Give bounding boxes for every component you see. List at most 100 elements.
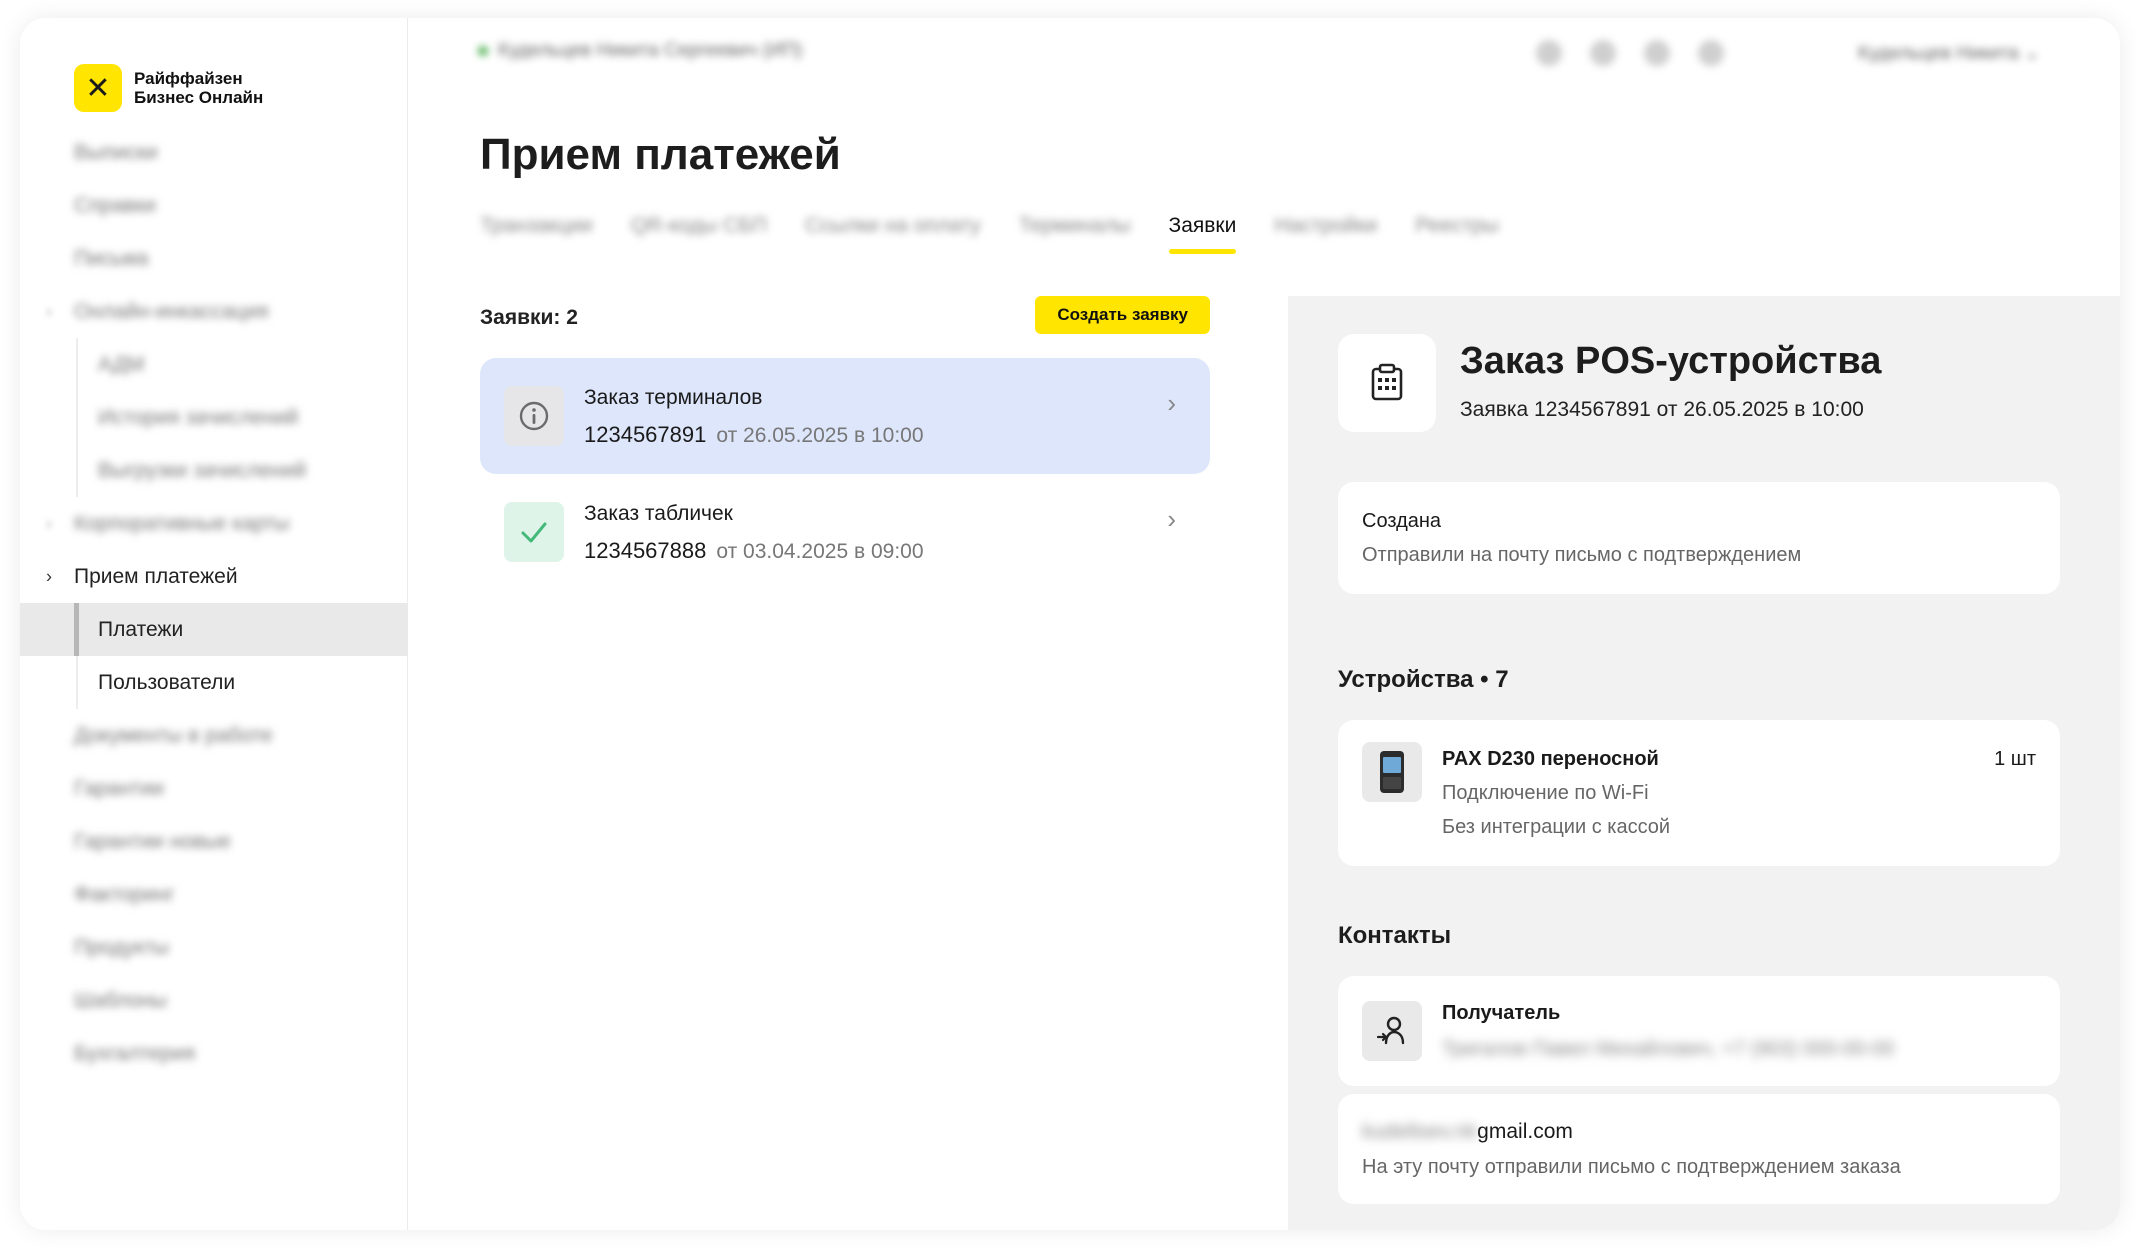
request-meta: 1234567891 от 26.05.2025 в 10:00	[584, 422, 924, 448]
list-item[interactable]: Заказ терминалов 1234567891 от 26.05.2025…	[480, 358, 1210, 474]
sidebar-item-payment-acceptance[interactable]: › Прием платежей	[20, 550, 408, 603]
company-switcher[interactable]: Кудельцев Никита Сергеевич (ИП)	[478, 40, 803, 62]
sidebar-item-online-collection[interactable]: › Онлайн-инкассация	[20, 285, 408, 338]
email-address: kudeltsev.nkgmail.com	[1362, 1120, 1573, 1144]
request-title: Заказ терминалов	[584, 386, 763, 409]
sidebar-item-accounting[interactable]: Бухгалтерия	[20, 1027, 408, 1080]
sidebar-item-corporate-cards[interactable]: › Корпоративные карты	[20, 497, 408, 550]
sidebar-item-adm[interactable]: АДМ	[20, 338, 408, 391]
sidebar-nav: Выписки Справки Письма › Онлайн-инкассац…	[20, 126, 408, 1080]
email-domain: gmail.com	[1477, 1120, 1573, 1143]
sidebar-item-label: Выписки	[74, 140, 158, 164]
device-name: PAX D230 переносной	[1442, 748, 1659, 770]
app-window: ✕ Райффайзен Бизнес Онлайн Выписки Справ…	[20, 18, 2120, 1230]
tab-settings[interactable]: Настройки	[1274, 214, 1377, 254]
detail-title: Заказ POS-устройства	[1460, 340, 1882, 382]
sidebar-item-products[interactable]: Продукты	[20, 921, 408, 974]
tab-sbp-qr[interactable]: QR-коды СБП	[631, 214, 767, 254]
status-description: Отправили на почту письмо с подтверждени…	[1362, 544, 1802, 566]
user-arrow-icon	[1362, 1001, 1422, 1061]
sidebar-item-label: Платежи	[98, 617, 184, 641]
sidebar-item-letters[interactable]: Письма	[20, 232, 408, 285]
sidebar-item-label: Онлайн-инкассация	[74, 299, 269, 323]
bullet-separator: •	[1480, 666, 1496, 693]
recipient-value: Тригалов Павел Михайлович, +7 (903) 000-…	[1442, 1038, 1895, 1060]
chevron-right-icon: ›	[46, 513, 52, 533]
create-request-button[interactable]: Создать заявку	[1035, 296, 1210, 334]
chat-icon[interactable]	[1536, 40, 1562, 66]
brand-logo[interactable]: ✕ Райффайзен Бизнес Онлайн	[74, 64, 263, 112]
check-icon	[504, 502, 564, 562]
user-menu[interactable]: Кудельцев Никита ⌄	[1858, 42, 2040, 65]
detail-subtitle: Заявка 1234567891 от 26.05.2025 в 10:00	[1460, 398, 1864, 421]
request-date: от 03.04.2025 в 09:00	[716, 540, 924, 563]
sidebar-item-label: Справки	[74, 193, 156, 217]
sidebar-subgroup-payment-acceptance: Платежи Пользователи	[20, 603, 408, 709]
sidebar-item-factoring[interactable]: Факторинг	[20, 868, 408, 921]
sidebar-item-label: Пользователи	[98, 670, 236, 694]
tabs: Транзакции QR-коды СБП Ссылки на оплату …	[480, 214, 1499, 254]
email-description: На эту почту отправили письмо с подтверж…	[1362, 1156, 1901, 1178]
request-number: 1234567891	[584, 422, 707, 447]
requests-list: Заказ терминалов 1234567891 от 26.05.2025…	[480, 358, 1210, 590]
tab-terminals[interactable]: Терминалы	[1019, 214, 1131, 254]
sidebar-item-certificates[interactable]: Справки	[20, 179, 408, 232]
recipient-card: Получатель Тригалов Павел Михайлович, +7…	[1338, 976, 2060, 1086]
mail-icon[interactable]	[1698, 40, 1724, 66]
tab-payment-links[interactable]: Ссылки на оплату	[805, 214, 981, 254]
sidebar-item-label: Документы в работе	[74, 723, 273, 747]
chevron-right-icon: ›	[1167, 504, 1176, 534]
page-title: Прием платежей	[480, 130, 841, 179]
request-detail-panel: Заказ POS-устройства Заявка 1234567891 о…	[1288, 296, 2120, 1230]
device-card: PAX D230 переносной 1 шт Подключение по …	[1338, 720, 2060, 866]
devices-count: 7	[1495, 666, 1509, 693]
sidebar-item-guarantees-new[interactable]: Гарантии новые	[20, 815, 408, 868]
sidebar-item-guarantees[interactable]: Гарантии	[20, 762, 408, 815]
request-date: от 26.05.2025 в 10:00	[716, 424, 924, 447]
requests-header: Заявки: 2 Создать заявку	[480, 296, 1210, 336]
request-title: Заказ табличек	[584, 502, 733, 525]
topbar-icons	[1536, 40, 1724, 66]
sidebar-item-label: Письма	[74, 246, 149, 270]
sidebar-item-label: Бухгалтерия	[74, 1041, 196, 1065]
sidebar-item-templates[interactable]: Шаблоны	[20, 974, 408, 1027]
list-item[interactable]: Заказ табличек 1234567888 от 03.04.2025 в…	[480, 474, 1210, 590]
status-title: Создана	[1362, 510, 1442, 532]
chevron-right-icon: ›	[46, 566, 52, 586]
device-connection: Подключение по Wi-Fi	[1442, 782, 1649, 804]
device-quantity: 1 шт	[1994, 748, 2036, 770]
chevron-right-icon: ›	[46, 301, 52, 321]
sidebar-item-label: Выгрузки зачислений	[98, 458, 307, 482]
sidebar-item-label: Шаблоны	[74, 988, 167, 1012]
main-content: Кудельцев Никита Сергеевич (ИП) Кудельце…	[408, 18, 2120, 1230]
chevron-right-icon: ›	[1167, 388, 1176, 418]
status-card: Создана Отправили на почту письмо с подт…	[1338, 482, 2060, 594]
tab-transactions[interactable]: Транзакции	[480, 214, 593, 254]
devices-title: Устройства	[1338, 666, 1474, 693]
sidebar-item-deposit-history[interactable]: История зачислений	[20, 391, 408, 444]
request-meta: 1234567888 от 03.04.2025 в 09:00	[584, 538, 924, 564]
bell-icon[interactable]	[1590, 40, 1616, 66]
sidebar-item-label: Продукты	[74, 935, 169, 959]
requests-count: Заявки: 2	[480, 306, 578, 329]
info-icon	[504, 386, 564, 446]
device-integration: Без интеграции с кассой	[1442, 816, 1671, 838]
sidebar-item-statements[interactable]: Выписки	[20, 126, 408, 179]
sidebar-item-documents-in-progress[interactable]: Документы в работе	[20, 709, 408, 762]
sidebar-item-deposit-exports[interactable]: Выгрузки зачислений	[20, 444, 408, 497]
sidebar-item-users[interactable]: Пользователи	[20, 656, 408, 709]
sidebar-item-label: Факторинг	[74, 882, 175, 906]
sidebar: ✕ Райффайзен Бизнес Онлайн Выписки Справ…	[20, 18, 408, 1230]
sidebar-item-label: Гарантии	[74, 776, 164, 800]
recipient-title: Получатель	[1442, 1002, 1561, 1024]
email-user: kudeltsev.nk	[1362, 1120, 1478, 1143]
sidebar-subgroup-collection: АДМ История зачислений Выгрузки зачислен…	[20, 338, 408, 497]
pos-terminal-icon	[1362, 742, 1422, 802]
tab-requests[interactable]: Заявки	[1168, 214, 1236, 254]
sidebar-item-label: Прием платежей	[74, 564, 238, 588]
settings-icon[interactable]	[1644, 40, 1670, 66]
chevron-down-icon: ⌄	[2024, 43, 2040, 64]
sidebar-item-payments[interactable]: Платежи	[20, 603, 408, 656]
raiffeisen-logo-icon: ✕	[74, 64, 122, 112]
tab-registries[interactable]: Реестры	[1415, 214, 1498, 254]
